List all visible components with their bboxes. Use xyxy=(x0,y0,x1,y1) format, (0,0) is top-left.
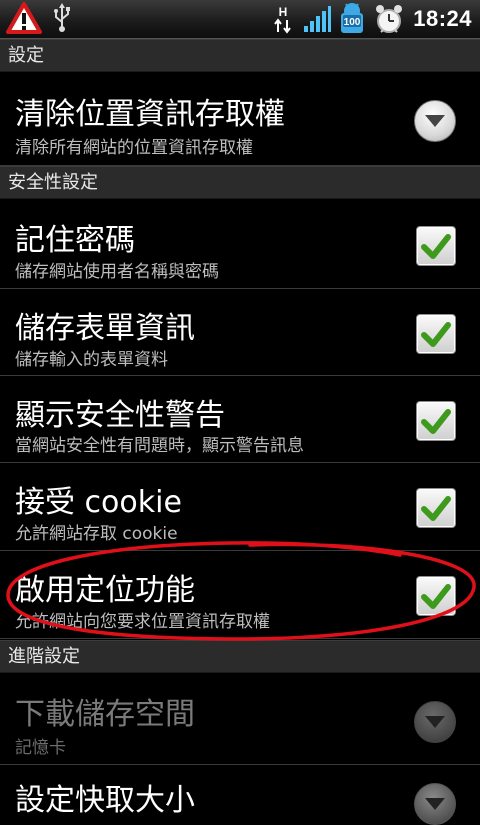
dropdown-arrow-icon[interactable] xyxy=(414,783,456,825)
pref-summary: 儲存輸入的表單資料 xyxy=(15,350,168,370)
status-bar: H 100 18:24 xyxy=(0,0,480,39)
pref-title: 啟用定位功能 xyxy=(15,573,195,608)
hsdpa-icon: H xyxy=(274,5,292,34)
pref-show-security-warnings[interactable]: 顯示安全性警告 當網站安全性有問題時，顯示警告訊息 xyxy=(0,376,480,463)
pref-title: 設定快取大小 xyxy=(15,783,195,818)
pref-summary: 允許網站存取 cookie xyxy=(15,524,178,544)
svg-text:100: 100 xyxy=(344,17,361,28)
usb-icon xyxy=(54,3,70,32)
checkbox[interactable] xyxy=(416,488,456,528)
pref-title: 接受 cookie xyxy=(15,485,182,520)
section-header-security: 安全性設定 xyxy=(0,166,480,199)
svg-text:H: H xyxy=(279,5,288,19)
dropdown-arrow-icon[interactable] xyxy=(414,100,456,142)
alarm-clock-icon xyxy=(376,5,403,33)
status-time: 18:24 xyxy=(413,6,472,31)
warning-icon xyxy=(6,2,42,34)
checkbox[interactable] xyxy=(416,401,456,441)
pref-save-form-data[interactable]: 儲存表單資訊 儲存輸入的表單資料 xyxy=(0,289,480,376)
pref-title: 下載儲存空間 xyxy=(15,697,195,732)
section-header-advanced: 進階設定 xyxy=(0,640,480,673)
pref-cache-size[interactable]: 設定快取大小 xyxy=(0,765,480,825)
pref-summary: 當網站安全性有問題時，顯示警告訊息 xyxy=(15,436,304,456)
pref-clear-location-access[interactable]: 清除位置資訊存取權 清除所有網站的位置資訊存取權 xyxy=(0,73,480,166)
pref-accept-cookies[interactable]: 接受 cookie 允許網站存取 cookie xyxy=(0,463,480,551)
check-icon xyxy=(421,409,451,434)
check-icon xyxy=(421,584,451,609)
pref-summary: 記憶卡 xyxy=(15,738,66,758)
checkbox[interactable] xyxy=(416,314,456,354)
check-icon xyxy=(421,322,451,347)
signal-icon xyxy=(304,6,332,32)
section-header-settings: 設定 xyxy=(0,39,480,72)
dropdown-arrow-icon[interactable] xyxy=(414,701,456,743)
battery-icon: 100 xyxy=(341,3,364,33)
pref-summary: 清除所有網站的位置資訊存取權 xyxy=(15,138,253,158)
pref-title: 記住密碼 xyxy=(15,223,135,258)
pref-enable-location[interactable]: 啟用定位功能 允許網站向您要求位置資訊存取權 xyxy=(0,551,480,639)
checkbox[interactable] xyxy=(416,226,456,266)
pref-summary: 儲存網站使用者名稱與密碼 xyxy=(15,262,219,282)
checkbox[interactable] xyxy=(416,576,456,616)
check-icon xyxy=(421,234,451,259)
pref-title: 清除位置資訊存取權 xyxy=(15,97,285,132)
pref-summary: 允許網站向您要求位置資訊存取權 xyxy=(15,612,270,632)
pref-download-storage[interactable]: 下載儲存空間 記憶卡 xyxy=(0,675,480,765)
pref-title: 顯示安全性警告 xyxy=(15,398,225,433)
pref-remember-passwords[interactable]: 記住密碼 儲存網站使用者名稱與密碼 xyxy=(0,201,480,289)
pref-title: 儲存表單資訊 xyxy=(15,311,195,346)
check-icon xyxy=(421,496,451,521)
